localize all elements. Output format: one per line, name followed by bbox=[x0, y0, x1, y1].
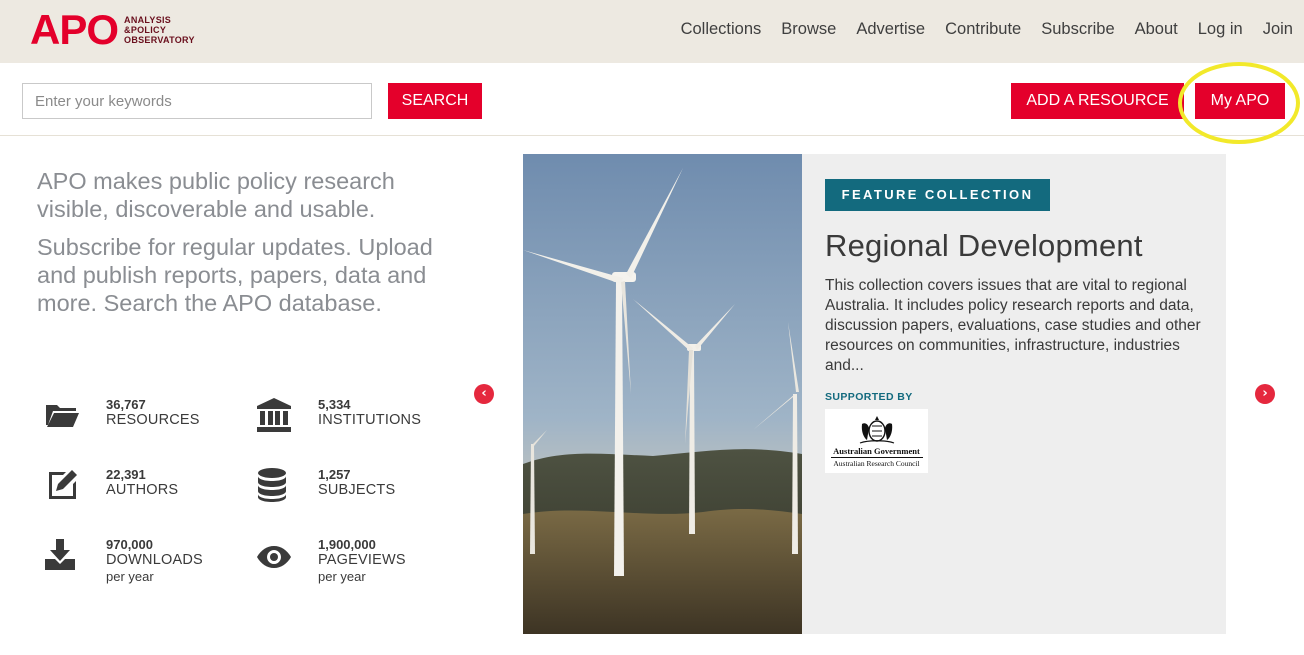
database-icon bbox=[256, 467, 292, 503]
stat-subjects[interactable]: 1,257 SUBJECTS bbox=[256, 467, 395, 503]
stat-number: 36,767 bbox=[106, 397, 146, 412]
stat-number: 5,334 bbox=[318, 397, 351, 412]
carousel-next-button[interactable]: › bbox=[1255, 384, 1275, 404]
search-input[interactable] bbox=[22, 83, 372, 119]
sponsor-name: Australian Government bbox=[833, 446, 920, 456]
nav-collections[interactable]: Collections bbox=[681, 17, 762, 41]
apo-logo[interactable]: APO ANALYSIS &POLICY OBSERVATORY bbox=[30, 8, 195, 52]
coat-of-arms-icon bbox=[859, 416, 894, 444]
eye-icon bbox=[256, 537, 292, 573]
stat-authors[interactable]: 22,391 AUTHORS bbox=[44, 467, 178, 503]
nav-subscribe[interactable]: Subscribe bbox=[1041, 17, 1114, 41]
main-nav: Collections Browse Advertise Contribute … bbox=[661, 17, 1293, 41]
feature-title[interactable]: Regional Development bbox=[825, 228, 1143, 264]
stat-number: 970,000 bbox=[106, 537, 153, 552]
intro-mission: APO makes public policy research visible… bbox=[37, 168, 395, 222]
stat-number: 1,257 bbox=[318, 467, 351, 482]
add-resource-button[interactable]: ADD A RESOURCE bbox=[1011, 83, 1184, 119]
logo-tagline: ANALYSIS &POLICY OBSERVATORY bbox=[124, 15, 195, 45]
my-apo-button[interactable]: My APO bbox=[1195, 83, 1285, 119]
intro-text: APO makes public policy research visible… bbox=[37, 167, 437, 327]
nav-login[interactable]: Log in bbox=[1198, 17, 1243, 41]
wind-turbines-illustration bbox=[523, 154, 802, 634]
stat-label: RESOURCES bbox=[106, 412, 200, 428]
carousel-prev-button[interactable]: ‹ bbox=[474, 384, 494, 404]
search-bar-region: SEARCH ADD A RESOURCE My APO bbox=[0, 63, 1304, 136]
stat-number: 22,391 bbox=[106, 467, 146, 482]
stat-label: AUTHORS bbox=[106, 482, 179, 498]
feature-collection-card[interactable]: FEATURE COLLECTION Regional Development … bbox=[802, 154, 1226, 634]
stat-period: per year bbox=[106, 569, 154, 584]
search-button[interactable]: SEARCH bbox=[388, 83, 482, 119]
stat-label: PAGEVIEWS bbox=[318, 552, 406, 568]
wind-turbines-image[interactable] bbox=[523, 154, 802, 634]
feature-collection-badge[interactable]: FEATURE COLLECTION bbox=[825, 179, 1050, 211]
stat-period: per year bbox=[318, 569, 366, 584]
sponsor-council: Australian Research Council bbox=[833, 459, 920, 468]
nav-join[interactable]: Join bbox=[1263, 17, 1293, 41]
stat-label: DOWNLOADS bbox=[106, 552, 203, 568]
stat-downloads[interactable]: 970,000 DOWNLOADS per year bbox=[44, 537, 203, 584]
stat-pageviews[interactable]: 1,900,000 PAGEVIEWS per year bbox=[256, 537, 406, 584]
top-header: APO ANALYSIS &POLICY OBSERVATORY Collect… bbox=[0, 0, 1304, 63]
nav-contribute[interactable]: Contribute bbox=[945, 17, 1021, 41]
logo-tagline-line: ANALYSIS bbox=[124, 15, 172, 25]
logo-tagline-line: &POLICY bbox=[124, 25, 167, 35]
stat-number: 1,900,000 bbox=[318, 537, 376, 552]
supported-by-label: SUPPORTED BY bbox=[825, 391, 913, 403]
nav-advertise[interactable]: Advertise bbox=[856, 17, 925, 41]
sponsor-logo[interactable]: Australian Government Australian Researc… bbox=[825, 409, 928, 473]
stat-institutions[interactable]: 5,334 INSTITUTIONS bbox=[256, 397, 421, 433]
nav-browse[interactable]: Browse bbox=[781, 17, 836, 41]
stat-label: INSTITUTIONS bbox=[318, 412, 422, 428]
stat-label: SUBJECTS bbox=[318, 482, 396, 498]
download-icon bbox=[44, 537, 80, 573]
logo-wordmark: APO bbox=[30, 6, 119, 53]
logo-tagline-line: OBSERVATORY bbox=[124, 35, 195, 45]
feature-description: This collection covers issues that are v… bbox=[825, 277, 1201, 374]
intro-call-to-action: Subscribe for regular updates. Upload an… bbox=[37, 234, 433, 316]
institution-icon bbox=[256, 397, 292, 433]
folder-icon bbox=[44, 397, 80, 433]
nav-about[interactable]: About bbox=[1135, 17, 1178, 41]
sponsor-divider bbox=[830, 457, 923, 458]
edit-icon bbox=[44, 467, 80, 503]
stat-resources[interactable]: 36,767 RESOURCES bbox=[44, 397, 200, 433]
